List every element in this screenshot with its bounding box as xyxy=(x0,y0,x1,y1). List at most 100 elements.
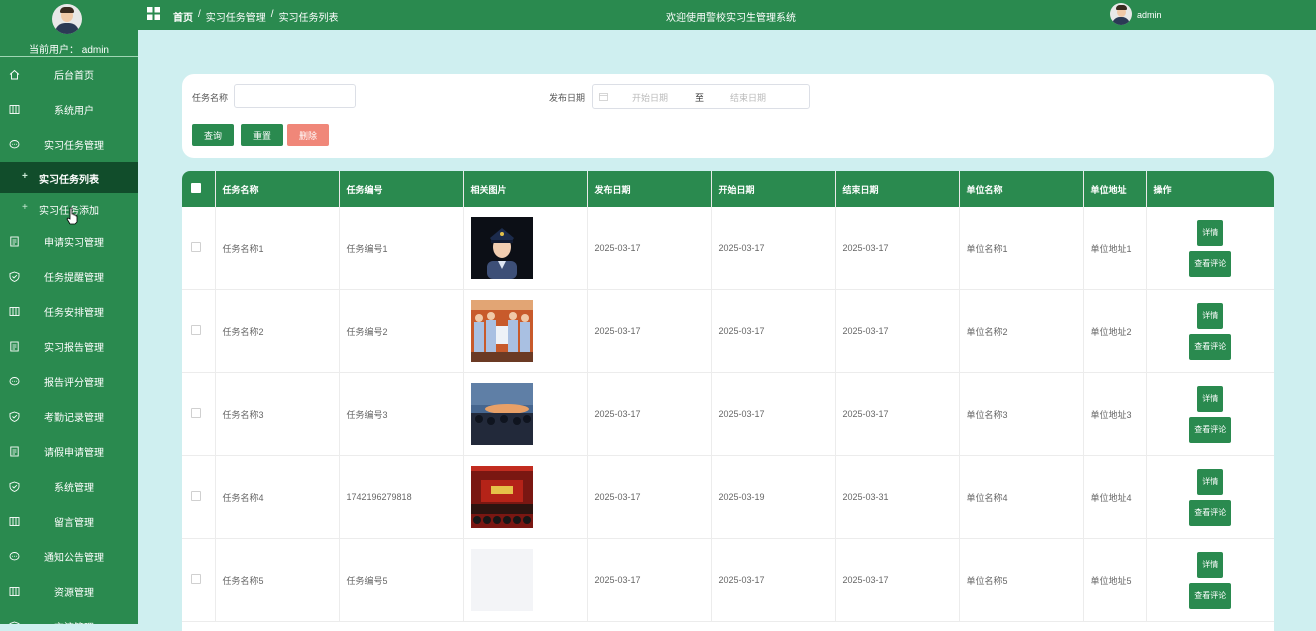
cell-unit-address: 单位地址3 xyxy=(1083,372,1147,456)
table-row: 任务名称1 任务编号1 2025-03-17 2025-03-17 2025-03-17… xyxy=(182,207,1274,290)
task-image[interactable] xyxy=(470,549,533,611)
sidebar-item[interactable]: 交流管理 xyxy=(0,609,138,624)
sidebar-item[interactable]: 资源管理 xyxy=(0,574,138,609)
document-icon xyxy=(10,446,19,457)
row-checkbox[interactable] xyxy=(191,408,201,418)
detail-button[interactable]: 详情 xyxy=(1197,468,1224,495)
detail-button[interactable]: 详情 xyxy=(1197,551,1224,578)
reset-button[interactable]: 重置 xyxy=(241,124,283,146)
sidebar-item[interactable]: 通知公告管理 xyxy=(0,539,138,574)
sidebar-item[interactable]: 实习任务管理 xyxy=(0,127,138,162)
end-date-input[interactable]: 结束日期 xyxy=(730,91,766,104)
view-comments-button[interactable]: 查看评论 xyxy=(1189,416,1232,443)
sidebar-item[interactable]: 实习报告管理 xyxy=(0,329,138,364)
columns-icon xyxy=(9,307,20,316)
breadcrumb: 首页 / 实习任务管理 / 实习任务列表 xyxy=(173,9,339,24)
row-checkbox[interactable] xyxy=(191,242,201,252)
cell-start-date: 2025-03-17 xyxy=(711,538,836,622)
plus-icon: + xyxy=(22,202,28,213)
row-select-cell[interactable] xyxy=(182,372,216,456)
date-separator: 至 xyxy=(695,93,705,103)
cell-end-date: 2025-03-31 xyxy=(835,455,960,539)
view-comments-button[interactable]: 查看评论 xyxy=(1189,250,1232,277)
cell-image xyxy=(463,207,588,290)
task-image[interactable] xyxy=(470,217,533,279)
col-end-date: 结束日期 xyxy=(835,171,960,207)
sidebar-item-label: 报告评分管理 xyxy=(44,378,104,389)
row-select-cell[interactable] xyxy=(182,455,216,539)
sidebar-item-label: 任务提醒管理 xyxy=(44,273,104,284)
sidebar-item[interactable]: 系统用户 xyxy=(0,92,138,127)
topbar: 首页 / 实习任务管理 / 实习任务列表 欢迎使用警校实习生管理系统 admin xyxy=(138,0,1316,30)
current-user-label: 当前用户： admin xyxy=(28,45,109,56)
grid-menu-icon[interactable] xyxy=(147,7,160,20)
sidebar-item[interactable]: 任务提醒管理 xyxy=(0,259,138,294)
table-row: 任务名称5 任务编号5 2025-03-17 2025-03-17 2025-03-17… xyxy=(182,538,1274,622)
sidebar-item-label: 交流管理 xyxy=(0,619,138,624)
cell-end-date: 2025-03-17 xyxy=(835,372,960,456)
table-header-row: 任务名称 任务编号 相关图片 发布日期 开始日期 结束日期 单位名称 单位地址 … xyxy=(182,171,1274,207)
chat-icon xyxy=(9,552,20,561)
view-comments-button[interactable]: 查看评论 xyxy=(1189,499,1232,526)
search-panel: 任务名称 发布日期 开始日期 至 结束日期 查询 重置 删除 xyxy=(182,74,1274,158)
col-unit-name: 单位名称 xyxy=(959,171,1084,207)
row-checkbox[interactable] xyxy=(191,491,201,501)
sidebar-item-label: 留言管理 xyxy=(54,518,94,529)
sidebar-item[interactable]: 后台首页 xyxy=(0,57,138,92)
breadcrumb-home[interactable]: 首页 xyxy=(173,9,193,24)
row-checkbox[interactable] xyxy=(191,574,201,584)
sidebar-item[interactable]: 系统管理 xyxy=(0,469,138,504)
cell-task-code: 任务编号2 xyxy=(339,289,464,373)
start-date-input[interactable]: 开始日期 xyxy=(632,91,668,104)
row-checkbox[interactable] xyxy=(191,325,201,335)
cell-actions: 详情 查看评论 xyxy=(1146,207,1274,290)
table-row: 任务名称4 1742196279818 2025-03-17 2025-03-19 20… xyxy=(182,455,1274,539)
sidebar-item[interactable]: 报告评分管理 xyxy=(0,364,138,399)
cell-actions: 详情 查看评论 xyxy=(1146,455,1274,539)
sidebar-item[interactable]: 申请实习管理 xyxy=(0,224,138,259)
sidebar-item[interactable]: 考勤记录管理 xyxy=(0,399,138,434)
delete-button[interactable]: 删除 xyxy=(287,124,329,146)
cell-task-name: 任务名称4 xyxy=(215,455,340,539)
welcome-title: 欢迎使用警校实习生管理系统 xyxy=(666,13,796,24)
sidebar-item[interactable]: 请假申请管理 xyxy=(0,434,138,469)
top-avatar[interactable] xyxy=(1110,3,1132,25)
document-icon xyxy=(10,341,19,352)
sidebar-item-label: 申请实习管理 xyxy=(44,238,104,249)
detail-button[interactable]: 详情 xyxy=(1197,385,1224,412)
row-select-cell[interactable] xyxy=(182,207,216,290)
cell-start-date: 2025-03-17 xyxy=(711,372,836,456)
view-comments-button[interactable]: 查看评论 xyxy=(1189,582,1232,609)
row-select-cell[interactable] xyxy=(182,538,216,622)
sidebar-item[interactable]: 留言管理 xyxy=(0,504,138,539)
cell-publish-date: 2025-03-17 xyxy=(587,372,712,456)
breadcrumb-separator: / xyxy=(198,9,201,20)
columns-icon xyxy=(9,587,20,596)
sidebar-user: 当前用户： admin xyxy=(0,0,138,57)
detail-button[interactable]: 详情 xyxy=(1197,219,1224,246)
select-all-checkbox[interactable] xyxy=(191,183,201,193)
select-all-cell[interactable] xyxy=(182,171,216,207)
task-image[interactable] xyxy=(470,383,533,445)
task-name-input[interactable] xyxy=(234,84,356,108)
cell-task-name: 任务名称2 xyxy=(215,289,340,373)
query-button[interactable]: 查询 xyxy=(192,124,234,146)
task-image[interactable] xyxy=(470,466,533,528)
detail-button[interactable]: 详情 xyxy=(1197,302,1224,329)
sidebar-item[interactable]: 任务安排管理 xyxy=(0,294,138,329)
date-range-picker[interactable]: 开始日期 至 结束日期 xyxy=(592,84,810,109)
sidebar-item-label: 请假申请管理 xyxy=(44,448,104,459)
col-task-code: 任务编号 xyxy=(339,171,464,207)
home-icon xyxy=(9,69,20,80)
cell-unit-name: 单位名称4 xyxy=(959,455,1084,539)
sidebar-item-label: 任务安排管理 xyxy=(44,308,104,319)
task-image[interactable] xyxy=(470,300,533,362)
row-select-cell[interactable] xyxy=(182,289,216,373)
breadcrumb-section[interactable]: 实习任务管理 xyxy=(206,9,266,24)
task-table: 任务名称 任务编号 相关图片 发布日期 开始日期 结束日期 单位名称 单位地址 … xyxy=(182,171,1274,631)
top-username[interactable]: admin xyxy=(1137,10,1162,20)
sidebar-subitem[interactable]: + 实习任务列表 xyxy=(0,162,138,193)
view-comments-button[interactable]: 查看评论 xyxy=(1189,333,1232,360)
col-unit-address: 单位地址 xyxy=(1083,171,1147,207)
cell-publish-date: 2025-03-17 xyxy=(587,207,712,290)
